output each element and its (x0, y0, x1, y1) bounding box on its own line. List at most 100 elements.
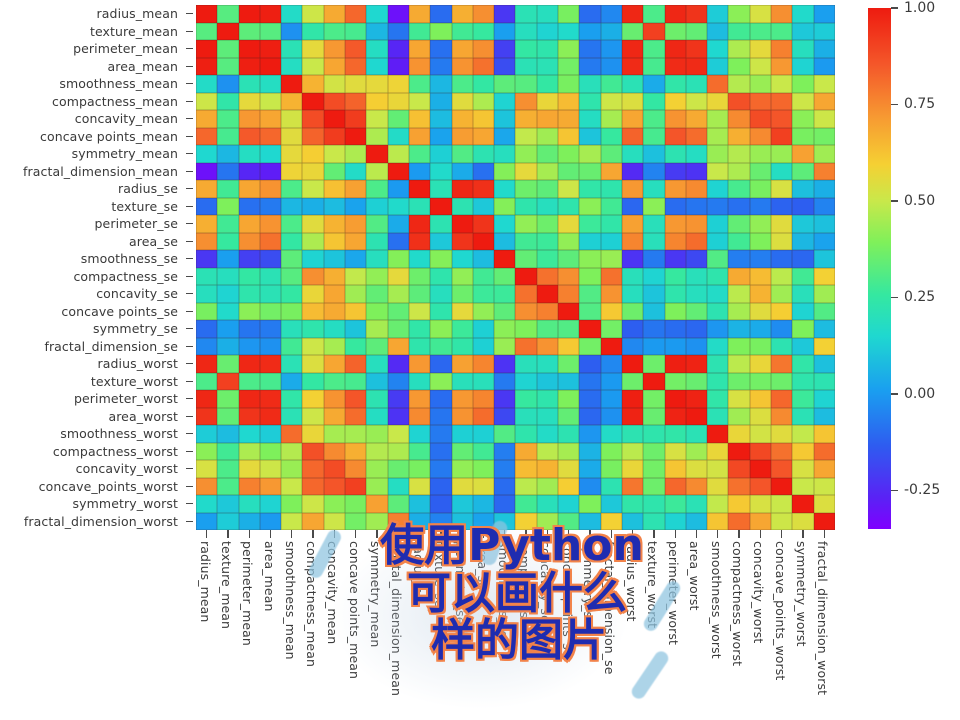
heatmap-cell (323, 162, 346, 180)
heatmap-cell (707, 442, 729, 460)
heatmap-cell (792, 512, 814, 530)
heatmap-cell (579, 250, 601, 268)
heatmap-cell (536, 162, 559, 180)
x-axis-tick (239, 530, 260, 539)
heatmap-cell (472, 337, 495, 355)
heatmap-cell (600, 460, 622, 478)
y-axis-tick (186, 408, 196, 426)
y-axis-tick (186, 460, 196, 478)
heatmap-cell (238, 110, 260, 128)
heatmap-cell (664, 320, 686, 338)
heatmap-cell (430, 355, 452, 373)
heatmap-cell (387, 425, 409, 443)
heatmap-cell (451, 320, 473, 338)
heatmap-cell (472, 285, 495, 303)
heatmap-cell (366, 320, 388, 338)
heatmap-cell (728, 460, 750, 478)
heatmap-cell (323, 302, 346, 320)
heatmap-cell (749, 407, 772, 425)
heatmap-cell (515, 5, 537, 23)
heatmap-cell (302, 232, 324, 250)
heatmap-cell (281, 512, 303, 530)
heatmap-cell (771, 5, 793, 23)
heatmap-cell (238, 232, 260, 250)
heatmap-cell (387, 75, 409, 93)
y-axis-tick (186, 145, 196, 163)
correlation-heatmap[interactable] (196, 5, 835, 530)
heatmap-cell (430, 215, 452, 233)
heatmap-cell (771, 127, 793, 145)
heatmap-cell (664, 442, 686, 460)
heatmap-cell (558, 75, 580, 93)
heatmap-cell (494, 267, 516, 285)
heatmap-cell (813, 390, 835, 408)
heatmap-cell (579, 92, 601, 110)
heatmap-cell (728, 425, 750, 443)
colorbar-tick-label: 1.00 (904, 0, 936, 16)
heatmap-cell (281, 355, 303, 373)
heatmap-cell (302, 215, 324, 233)
heatmap-cell (792, 425, 814, 443)
colorbar-tick-label: 0.00 (904, 385, 936, 402)
heatmap-cell (430, 477, 452, 495)
heatmap-cell (323, 250, 346, 268)
heatmap-cell (579, 495, 601, 513)
heatmap-cell (366, 442, 388, 460)
heatmap-cell (558, 302, 580, 320)
heatmap-cell (707, 92, 729, 110)
heatmap-cell (728, 320, 750, 338)
heatmap-cell (643, 337, 665, 355)
heatmap-cell (217, 390, 239, 408)
heatmap-cell (196, 127, 218, 145)
heatmap-cell (813, 477, 835, 495)
heatmap-cell (408, 285, 431, 303)
heatmap-cell (728, 407, 750, 425)
heatmap-cell (707, 337, 729, 355)
heatmap-cell (238, 512, 260, 530)
heatmap-cell (387, 355, 409, 373)
heatmap-cell (323, 40, 346, 58)
heatmap-cell (494, 162, 516, 180)
heatmap-cell (792, 40, 814, 58)
heatmap-cell (472, 442, 495, 460)
heatmap-cell (451, 495, 473, 513)
heatmap-cell (728, 180, 750, 198)
heatmap-cell (451, 40, 473, 58)
heatmap-cell (813, 407, 835, 425)
heatmap-cell (579, 355, 601, 373)
heatmap-cell (558, 355, 580, 373)
x-axis-label: area_mean (261, 541, 277, 612)
heatmap-cell (685, 442, 708, 460)
heatmap-cell (472, 232, 495, 250)
heatmap-cell (217, 477, 239, 495)
heatmap-cell (707, 250, 729, 268)
heatmap-cell (366, 75, 388, 93)
heatmap-cell (685, 75, 708, 93)
heatmap-cell (621, 5, 644, 23)
heatmap-cell (515, 162, 537, 180)
heatmap-cell (451, 477, 473, 495)
x-axis-tick (196, 530, 217, 539)
heatmap-cell (472, 162, 495, 180)
heatmap-cell (643, 5, 665, 23)
heatmap-cell (430, 162, 452, 180)
heatmap-cell (345, 390, 367, 408)
heatmap-cell (771, 267, 793, 285)
heatmap-cell (281, 197, 303, 215)
x-axis-label-slot: symmetry_worst (792, 541, 813, 716)
heatmap-cell (451, 407, 473, 425)
heatmap-cell (558, 372, 580, 390)
y-axis-tick (186, 40, 196, 58)
heatmap-cell (323, 355, 346, 373)
heatmap-cell (813, 425, 835, 443)
heatmap-cell (259, 75, 282, 93)
heatmap-cell (536, 372, 559, 390)
heatmap-cell (621, 40, 644, 58)
heatmap-cell (685, 180, 708, 198)
heatmap-cell (494, 460, 516, 478)
x-axis-label-slot: area_mean (260, 541, 281, 716)
heatmap-cell (451, 442, 473, 460)
heatmap-cell (408, 477, 431, 495)
heatmap-cell (494, 22, 516, 40)
heatmap-cell (323, 425, 346, 443)
